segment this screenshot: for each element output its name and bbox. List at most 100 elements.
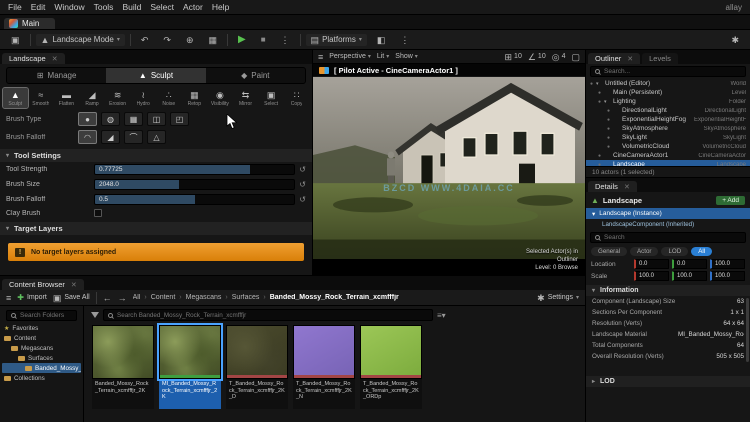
tree-item-megascans[interactable]: Megascans (2, 343, 81, 353)
visibility-eye-icon[interactable]: ● (607, 108, 610, 114)
filter-all[interactable]: All (691, 247, 713, 256)
brush-alpha-icon[interactable]: ◍ (101, 112, 120, 126)
project-badge-icon[interactable]: ◧ (372, 34, 391, 46)
save-icon[interactable]: ▣ (6, 34, 25, 46)
menu-edit[interactable]: Edit (31, 2, 46, 12)
close-icon[interactable]: ✕ (627, 55, 633, 63)
perspective-dropdown[interactable]: Perspective ▾ (329, 53, 371, 60)
brush-component-icon[interactable]: ◫ (147, 112, 166, 126)
visibility-eye-icon[interactable]: ● (598, 90, 601, 96)
overlay-line[interactable]: Level: 0 Browse (526, 264, 578, 272)
brush-falloff-slider[interactable]: 0.5 (94, 194, 296, 205)
editor-mode-dropdown[interactable]: ▲ Landscape Mode ▾ (35, 33, 125, 46)
blueprint-icon[interactable]: ▦ (203, 34, 222, 46)
back-icon[interactable]: ← (103, 293, 112, 303)
falloff-spherical-icon[interactable]: ⌒ (124, 130, 143, 144)
brush-pattern-icon[interactable]: ▦ (124, 112, 143, 126)
falloff-linear-icon[interactable]: ◢ (101, 130, 120, 144)
filter-lod[interactable]: LOD (661, 247, 689, 256)
tool-flatten[interactable]: ▬ Flatten (54, 88, 79, 108)
grid-snap-control[interactable]: ⊞ 10 (505, 52, 522, 62)
visibility-eye-icon[interactable]: ● (607, 117, 610, 123)
tool-erosion[interactable]: ≋ Erosion (105, 88, 130, 108)
target-layers-header[interactable]: ▾ Target Layers (0, 222, 312, 235)
tool-sculpt[interactable]: ▲ Sculpt (2, 87, 29, 109)
tool-strength-slider[interactable]: 0.77725 (94, 164, 296, 175)
outliner-row-skylight[interactable]: ● SkyLight SkyLight (586, 133, 750, 142)
scale-y-field[interactable]: 100.0 (672, 271, 707, 281)
falloff-smooth-icon[interactable]: ◠ (78, 130, 97, 144)
landscape-warning-banner[interactable]: ! No target layers assigned (8, 243, 304, 261)
visibility-eye-icon[interactable]: ● (607, 135, 610, 141)
reset-to-default-icon[interactable]: ↺ (299, 180, 306, 189)
asset-tile-ordp-texture[interactable]: T_Banded_Mossy_Rock_Terrain_xcmfffjr_2K_… (360, 325, 422, 409)
menu-build[interactable]: Build (122, 2, 141, 12)
cb-menu-icon[interactable]: ≡ (6, 293, 11, 303)
filter-funnel-icon[interactable] (91, 312, 99, 318)
outliner-row-world[interactable]: ● ▾ Untitled (Editor) World (586, 79, 750, 88)
tool-mirror[interactable]: ⇆ Mirror (233, 88, 258, 108)
tool-smooth[interactable]: ≈ Smooth (29, 88, 54, 108)
add-component-button[interactable]: + Add (716, 195, 745, 205)
component-row-landscapecomponent[interactable]: LandscapeComponent (Inherited) (586, 219, 750, 230)
mode-manage[interactable]: ⊞ Manage (7, 68, 106, 83)
cb-settings-button[interactable]: ✱ Settings ▾ (537, 293, 579, 303)
import-button[interactable]: ✚ Import (17, 293, 47, 302)
asset-tile-preset[interactable]: Banded_Mossy_Rock_Terrain_xcmfffjr_2K (92, 325, 154, 409)
outliner-row-skyatmosphere[interactable]: ● SkyAtmosphere SkyAtmosphere (586, 124, 750, 133)
outliner-row-directionallight[interactable]: ● DirectionalLight DirectionalLight (586, 106, 750, 115)
tab-main-level[interactable]: Main (4, 18, 56, 29)
location-x-field[interactable]: 0.0 (634, 259, 669, 269)
forward-icon[interactable]: → (118, 293, 127, 303)
lod-section-header[interactable]: ▸ LOD (586, 376, 750, 387)
view-mode-dropdown[interactable]: Lit ▾ (377, 53, 389, 60)
undo-icon[interactable]: ↶ (136, 34, 154, 46)
details-search-input[interactable] (604, 234, 741, 241)
tool-visibility[interactable]: ◉ Visibility (208, 88, 233, 108)
tool-copy[interactable]: ∷ Copy (284, 88, 309, 108)
visibility-eye-icon[interactable]: ● (590, 81, 593, 87)
toolbar-more-icon[interactable]: ⋮ (395, 34, 414, 46)
close-icon[interactable]: ✕ (52, 55, 58, 63)
tool-select[interactable]: ▣ Select (259, 88, 284, 108)
menu-select[interactable]: Select (150, 2, 174, 12)
tab-landscape[interactable]: Landscape ✕ (2, 53, 65, 64)
visibility-eye-icon[interactable]: ● (598, 153, 601, 159)
falloff-tip-icon[interactable]: △ (147, 130, 166, 144)
mode-paint[interactable]: ◆ Paint (206, 68, 305, 83)
close-icon[interactable]: ✕ (71, 281, 77, 289)
stop-button[interactable]: ■ (256, 34, 271, 45)
play-options-icon[interactable]: ⋮ (276, 34, 295, 46)
outliner-row-cinecamera[interactable]: ● CineCameraActor1 CineCameraActor (586, 151, 750, 160)
filter-actor[interactable]: Actor (630, 247, 659, 256)
reset-to-default-icon[interactable]: ↺ (299, 195, 306, 204)
tab-levels[interactable]: Levels (642, 53, 678, 64)
settings-icon[interactable]: ✱ (726, 34, 744, 46)
prop-landscape-material[interactable]: Landscape Material MI_Banded_Mossy_Rock..… (586, 329, 750, 340)
tab-content-browser[interactable]: Content Browser ✕ (2, 279, 84, 290)
pilot-camera-banner[interactable]: [ Pilot Active - CineCameraActor1 ] (313, 64, 585, 77)
location-y-field[interactable]: 0.0 (672, 259, 707, 269)
scale-z-field[interactable]: 100.0 (710, 271, 745, 281)
platforms-dropdown[interactable]: ▤ Platforms ▾ (305, 33, 367, 46)
tab-outliner[interactable]: Outliner ✕ (588, 53, 641, 64)
mode-sculpt[interactable]: ▲ Sculpt (106, 68, 206, 83)
tab-details[interactable]: Details ✕ (588, 181, 637, 192)
filter-general[interactable]: General (591, 247, 628, 256)
tool-retopologize[interactable]: ▦ Retop (182, 88, 207, 108)
visibility-eye-icon[interactable]: ● (607, 144, 610, 150)
menu-window[interactable]: Window (54, 2, 84, 12)
brush-gizmo-icon[interactable]: ◰ (170, 112, 189, 126)
clay-brush-checkbox[interactable] (94, 209, 102, 217)
play-button[interactable]: ▶ (233, 33, 251, 46)
tree-item-banded-mossy-rock[interactable]: Banded_Mossy_Rock_Terr... (2, 363, 81, 373)
tool-ramp[interactable]: ◢ Ramp (80, 88, 105, 108)
outliner-row-level[interactable]: ● Main (Persistent) Level (586, 88, 750, 97)
information-section-header[interactable]: ▾ Information (586, 285, 750, 296)
menu-help[interactable]: Help (212, 2, 229, 12)
view-options-icon[interactable]: ≡▾ (437, 311, 446, 320)
location-z-field[interactable]: 100.0 (710, 259, 745, 269)
viewport-options-icon[interactable]: ≡ (318, 52, 323, 62)
menu-actor[interactable]: Actor (183, 2, 203, 12)
tree-item-favorites[interactable]: ★ Favorites (2, 323, 81, 333)
